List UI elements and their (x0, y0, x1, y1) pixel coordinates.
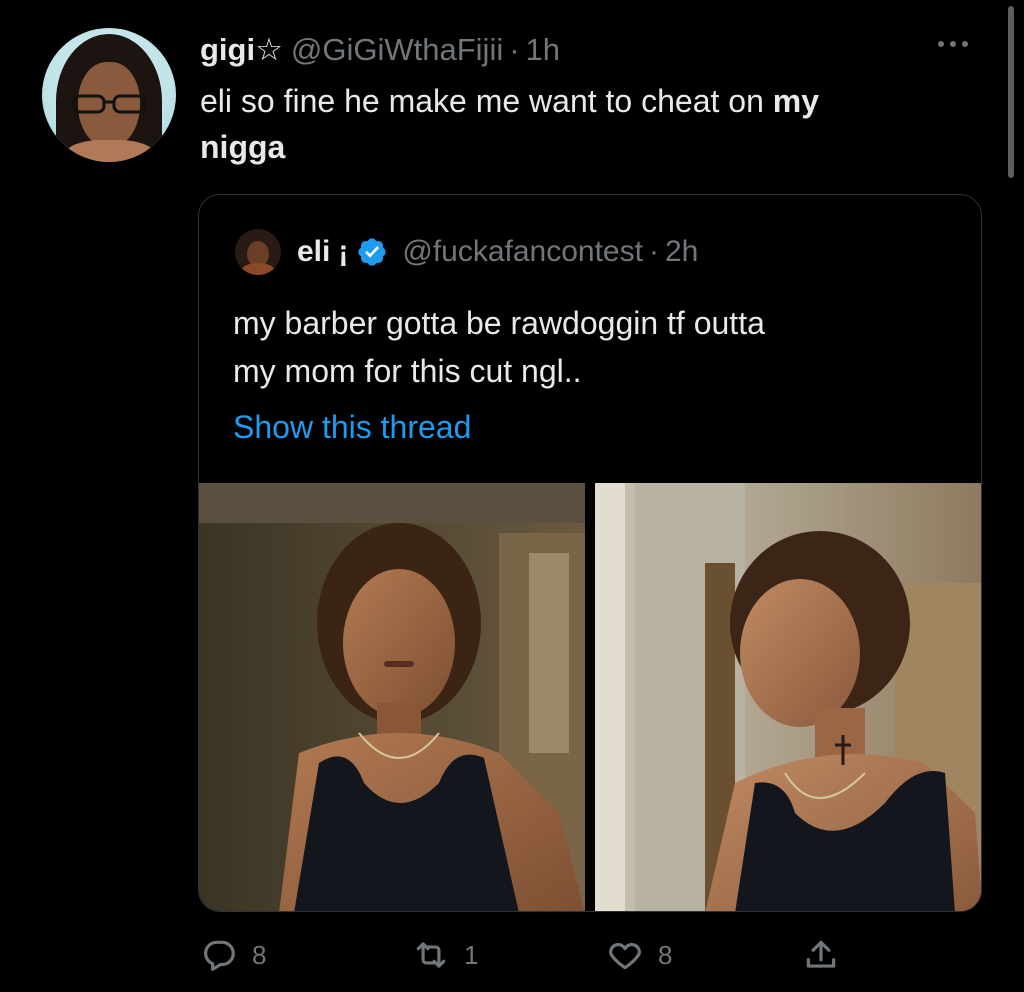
tweet-action-bar: 8 1 8 (0, 930, 1024, 980)
author-name[interactable]: gigi (200, 32, 255, 68)
quoted-separator-dot: · (648, 235, 659, 268)
quoted-tweet[interactable]: eli ¡ @fuckafancontest · 2h my barber go… (198, 194, 982, 912)
selfie-photo-profile (595, 483, 981, 911)
quoted-text-line-2: my mom for this cut ngl.. (233, 353, 582, 389)
author-handle[interactable]: @GiGiWthaFijii (291, 32, 503, 68)
tweet[interactable]: gigi ☆ @GiGiWthaFijii · 1h eli so fine h… (0, 0, 1024, 992)
quoted-author-name[interactable]: eli (297, 235, 330, 269)
quoted-text-line-1: my barber gotta be rawdoggin tf outta (233, 305, 765, 341)
selfie-photo-front (199, 483, 585, 911)
quoted-timestamp[interactable]: 2h (665, 235, 698, 269)
scrollbar[interactable] (1008, 6, 1014, 178)
retweet-count: 1 (464, 939, 479, 970)
separator-dot: · (509, 32, 520, 67)
retweet-button[interactable]: 1 (412, 930, 478, 980)
tweet-text-main: eli so fine he make me want to cheat on (200, 83, 773, 119)
tweet-text-bold-2: nigga (200, 129, 286, 165)
quoted-tweet-header: eli ¡ @fuckafancontest · 2h (297, 235, 698, 269)
like-button[interactable]: 8 (606, 930, 672, 980)
show-thread-link[interactable]: Show this thread (233, 409, 471, 446)
like-count: 8 (658, 939, 673, 970)
heart-icon (609, 942, 641, 970)
quoted-author-name-suffix: ¡ (338, 235, 349, 268)
author-star: ☆ (255, 32, 283, 67)
quoted-author-avatar[interactable] (235, 229, 281, 275)
tweet-timestamp[interactable]: 1h (526, 32, 560, 68)
author-avatar[interactable] (42, 28, 176, 162)
reply-icon (204, 940, 235, 971)
quoted-photo-1[interactable] (199, 483, 585, 911)
reply-button[interactable]: 8 (200, 930, 266, 980)
verified-badge-icon (358, 238, 387, 266)
tweet-header: gigi ☆ @GiGiWthaFijii · 1h (200, 30, 560, 70)
retweet-icon (416, 942, 446, 968)
share-button[interactable] (802, 930, 840, 980)
quoted-author-handle[interactable]: @fuckafancontest (402, 235, 643, 269)
share-icon (806, 940, 836, 968)
glasses-graphic (72, 94, 146, 114)
tweet-text-bold-1: my (772, 83, 820, 119)
quoted-photo-2[interactable] (595, 483, 981, 911)
more-dots-icon[interactable] (938, 34, 982, 54)
reply-count: 8 (252, 939, 267, 970)
quoted-tweet-text: my barber gotta be rawdoggin tf outta my… (233, 299, 933, 395)
tweet-text: eli so fine he make me want to cheat on … (200, 78, 990, 170)
